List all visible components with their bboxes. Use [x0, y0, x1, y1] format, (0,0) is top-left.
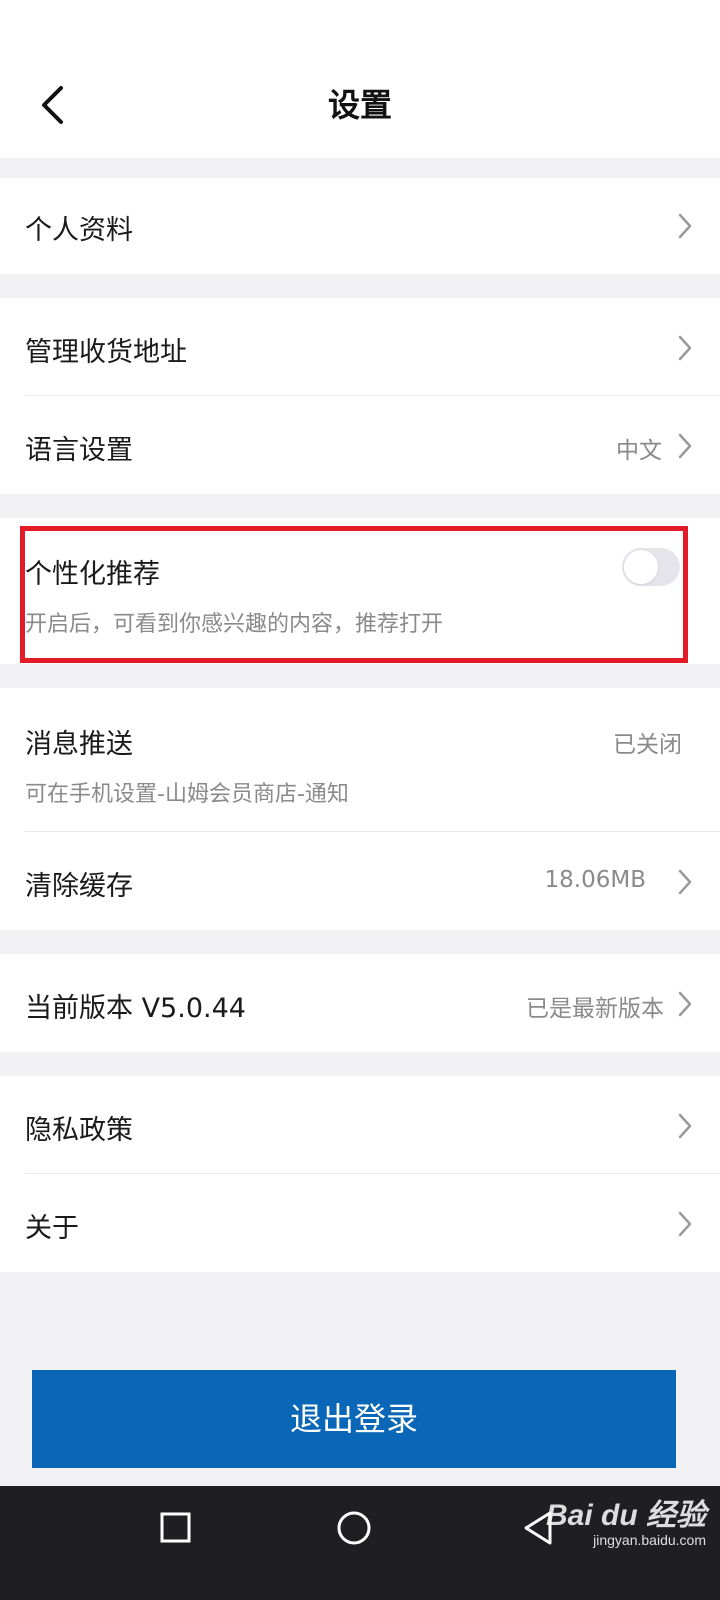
- chevron-right-icon: [678, 335, 692, 361]
- system-nav-bar: [0, 1486, 720, 1600]
- logout-button[interactable]: 退出登录: [32, 1370, 676, 1468]
- recents-button[interactable]: [158, 1510, 194, 1546]
- about-label: 关于: [25, 1213, 79, 1244]
- personalized-label: 个性化推荐: [25, 559, 160, 590]
- home-button[interactable]: [334, 1508, 374, 1548]
- language-value: 中文: [616, 438, 662, 464]
- row-privacy[interactable]: 隐私政策: [0, 1076, 720, 1174]
- home-circle-icon: [337, 1511, 371, 1545]
- app-header: 设置: [0, 0, 720, 158]
- personalized-description: 开启后，可看到你感兴趣的内容，推荐打开: [25, 612, 444, 637]
- version-status: 已是最新版本: [526, 996, 664, 1022]
- chevron-right-icon: [678, 1113, 692, 1139]
- chevron-right-icon: [678, 213, 692, 239]
- notifications-description: 可在手机设置-山姆会员商店-通知: [25, 782, 349, 807]
- settings-group-version: 当前版本 V5.0.44 已是最新版本: [0, 954, 720, 1052]
- row-address[interactable]: 管理收货地址: [0, 298, 720, 396]
- row-profile[interactable]: 个人资料: [0, 178, 720, 274]
- cache-size: 18.06MB: [544, 867, 646, 893]
- row-language[interactable]: 语言设置 中文: [0, 396, 720, 494]
- back-triangle-icon: [524, 1511, 552, 1545]
- personalized-toggle[interactable]: [622, 548, 680, 586]
- row-notifications[interactable]: 消息推送 可在手机设置-山姆会员商店-通知 已关闭: [0, 688, 720, 832]
- settings-group-address-language: 管理收货地址 语言设置 中文: [0, 298, 720, 494]
- row-version[interactable]: 当前版本 V5.0.44 已是最新版本: [0, 954, 720, 1052]
- row-about[interactable]: 关于: [0, 1174, 720, 1272]
- back-nav-button[interactable]: [518, 1508, 558, 1548]
- toggle-knob: [624, 550, 658, 584]
- notifications-status: 已关闭: [613, 732, 682, 758]
- privacy-label: 隐私政策: [25, 1115, 133, 1146]
- notifications-label: 消息推送: [25, 729, 133, 760]
- chevron-right-icon: [678, 1211, 692, 1237]
- address-label: 管理收货地址: [25, 337, 187, 368]
- row-personalized: 个性化推荐 开启后，可看到你感兴趣的内容，推荐打开: [0, 518, 720, 664]
- recents-square-icon: [160, 1512, 191, 1543]
- settings-group-profile: 个人资料: [0, 178, 720, 274]
- row-cache[interactable]: 清除缓存 18.06MB: [0, 832, 720, 930]
- chevron-right-icon: [678, 869, 692, 895]
- page-title: 设置: [327, 86, 392, 124]
- profile-label: 个人资料: [25, 215, 133, 246]
- settings-group-notify-cache: 消息推送 可在手机设置-山姆会员商店-通知 已关闭 清除缓存 18.06MB: [0, 688, 720, 930]
- chevron-right-icon: [678, 433, 692, 459]
- cache-label: 清除缓存: [25, 871, 133, 902]
- language-label: 语言设置: [25, 435, 133, 466]
- chevron-right-icon: [678, 991, 692, 1017]
- settings-group-privacy-about: 隐私政策 关于: [0, 1076, 720, 1272]
- settings-group-personalized: 个性化推荐 开启后，可看到你感兴趣的内容，推荐打开: [0, 518, 720, 664]
- version-label: 当前版本 V5.0.44: [25, 993, 246, 1024]
